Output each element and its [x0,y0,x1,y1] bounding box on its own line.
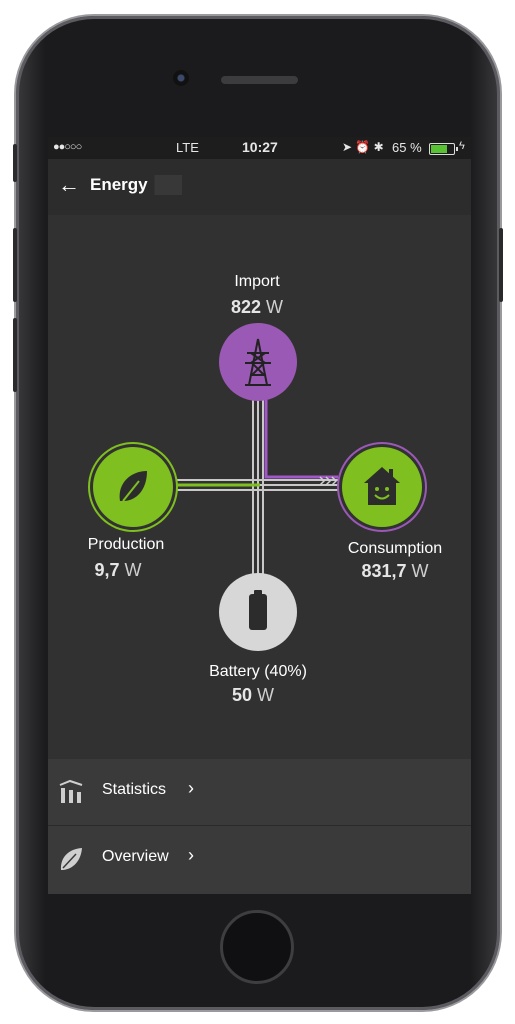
front-camera [173,70,189,86]
leaf-icon [119,471,147,502]
earpiece-speaker [221,76,298,84]
chevron-right-icon: › [188,778,194,798]
home-button[interactable] [220,910,294,984]
menu-item-statistics[interactable]: Statistics › [48,759,471,825]
charging-icon: ϟ [459,140,465,152]
menu-item-label: Overview [102,848,169,865]
consumption-value: 831,7 W [361,561,429,581]
mute-switch [13,144,17,182]
leaf-icon [60,848,82,870]
signal-dots: ●●○○○ [53,141,82,153]
chevron-right-icon: › [188,845,194,865]
battery-percent: 65 % [392,140,422,155]
import-label: Import [234,273,280,290]
arrow-left-icon[interactable]: ← [58,173,80,197]
consumption-label: Consumption [347,540,443,557]
statistics-icon [59,779,83,803]
volume-up-button [13,228,17,302]
location-alarm-bluetooth-icons: ➤ ⏰ ✱ [342,140,384,154]
network-type: LTE [176,140,199,155]
battery-node[interactable] [219,573,297,651]
clock: 10:27 [242,139,278,155]
power-button [499,228,503,302]
production-node[interactable] [93,447,173,527]
status-bar: ●●○○○ LTE 10:27 ➤ ⏰ ✱ 65 % ϟ [48,137,471,159]
power-tower-icon [245,338,271,386]
battery-label: Battery (40%) [209,663,307,680]
volume-down-button [13,318,17,392]
house-icon [364,467,400,505]
import-value: 822 W [230,297,284,317]
production-value: 9,7 W [94,560,142,580]
menu-item-overview[interactable]: Overview › [48,826,471,894]
page-title: Energy [90,175,182,195]
consumption-node[interactable] [342,447,422,527]
app-bar: ← Energy [48,159,471,215]
battery-icon [429,143,458,155]
battery-icon [249,590,267,630]
screen: ●●○○○ LTE 10:27 ➤ ⏰ ✱ 65 % ϟ ← Energy Im… [48,137,471,894]
import-node[interactable] [219,323,297,401]
production-label: Production [87,536,165,553]
battery-value: 50 W [231,685,275,705]
menu-item-label: Statistics [102,781,167,798]
